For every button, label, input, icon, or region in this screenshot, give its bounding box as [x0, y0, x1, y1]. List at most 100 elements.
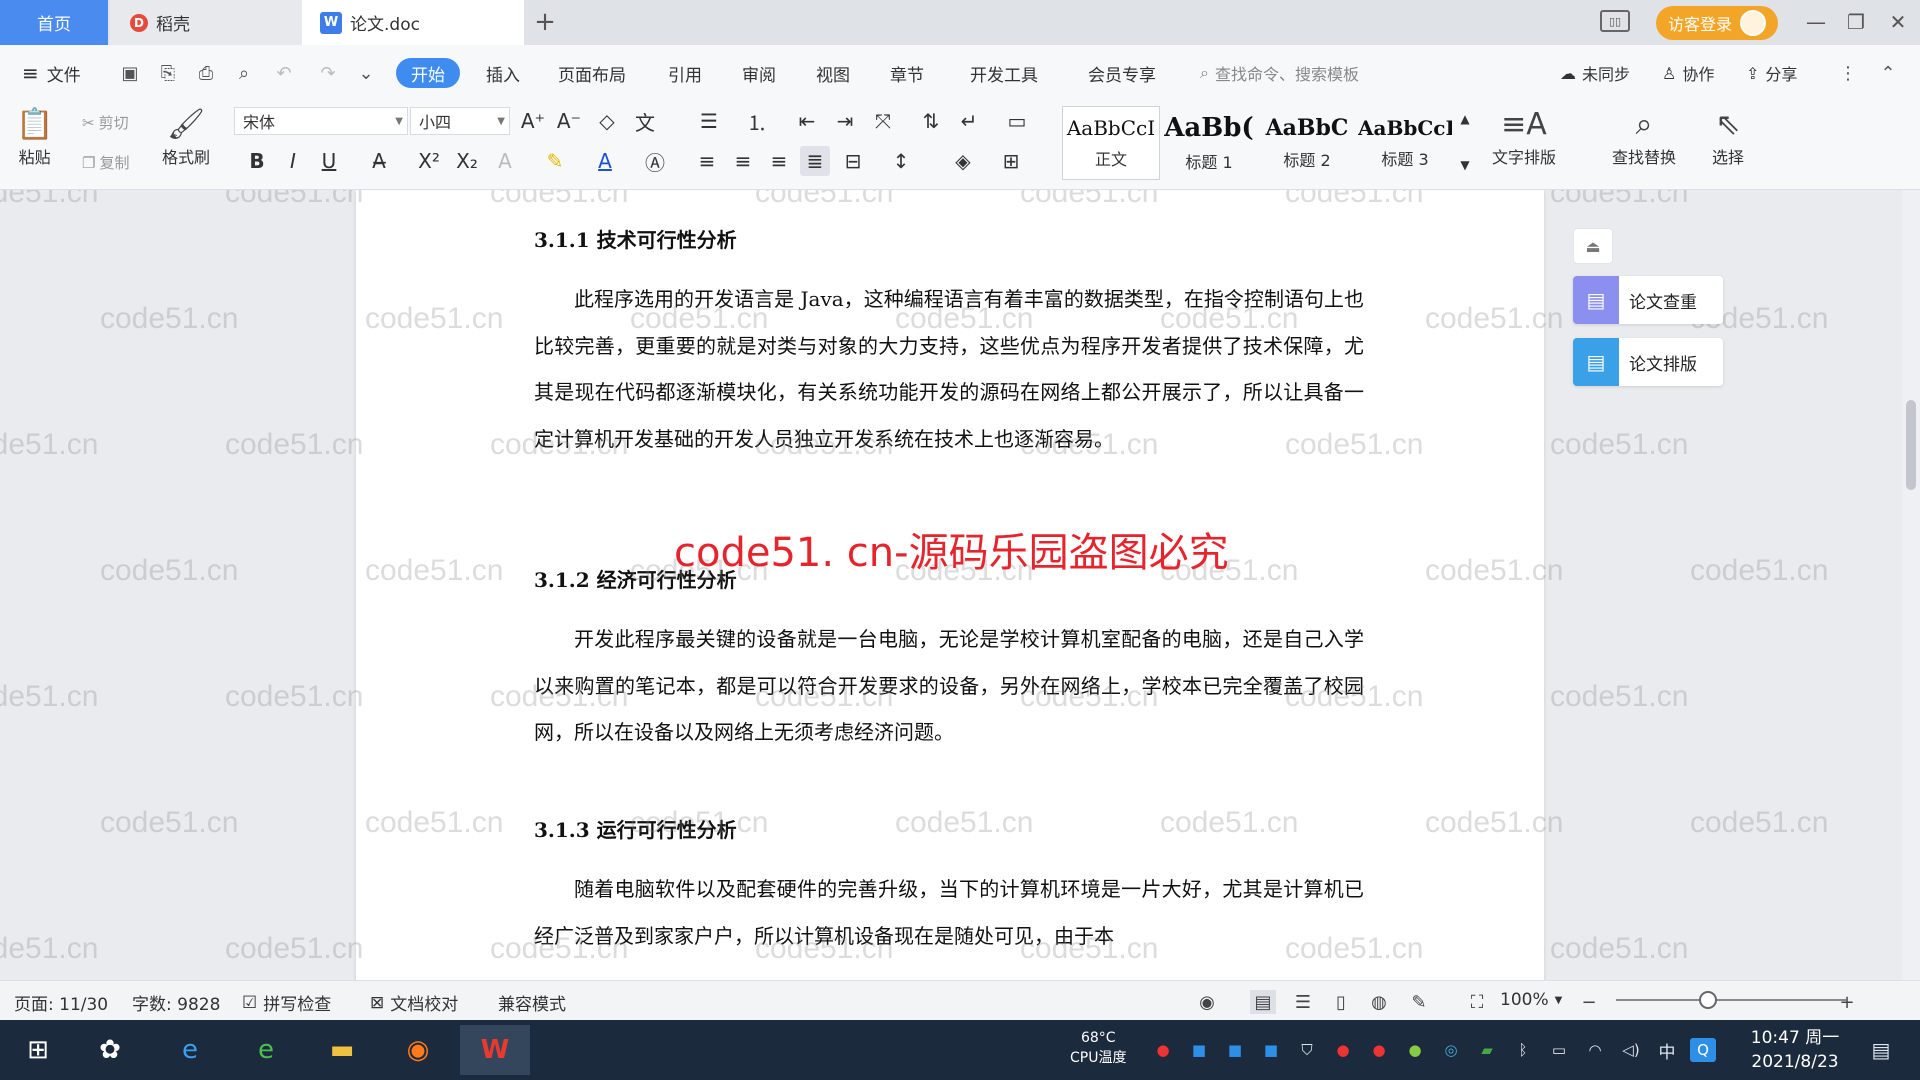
- sort-icon[interactable]: ⇅: [916, 106, 946, 136]
- shield-icon[interactable]: ⛉: [1294, 1038, 1320, 1062]
- clear-format-icon[interactable]: ◇: [592, 106, 622, 136]
- paper-format-button[interactable]: ▤ 论文排版: [1573, 338, 1723, 386]
- collaborate-button[interactable]: ♙ 协作: [1662, 58, 1714, 88]
- shading-icon[interactable]: ◈: [948, 146, 978, 176]
- shrink-font-icon[interactable]: A⁻: [554, 106, 584, 136]
- file-explorer-icon[interactable]: ▬: [312, 1025, 372, 1075]
- tray-app-icon[interactable]: ■: [1258, 1038, 1284, 1062]
- minimize-icon[interactable]: —: [1798, 6, 1834, 38]
- tray-app-icon[interactable]: ●: [1150, 1038, 1176, 1062]
- tab-references[interactable]: 引用: [668, 58, 702, 88]
- tab-start[interactable]: 开始: [396, 58, 460, 88]
- share-button[interactable]: ⇪ 分享: [1746, 58, 1797, 88]
- tab-home[interactable]: 首页: [0, 0, 108, 45]
- tab-review[interactable]: 审阅: [742, 58, 776, 88]
- decrease-indent-icon[interactable]: ⇤: [792, 106, 822, 136]
- tab-chapter[interactable]: 章节: [890, 58, 924, 88]
- spell-check-button[interactable]: ☑ 拼写检查: [242, 990, 331, 1016]
- show-marks-icon[interactable]: ↵: [954, 106, 984, 136]
- tray-app-icon[interactable]: ■: [1222, 1038, 1248, 1062]
- cut-button[interactable]: ✂ 剪切: [82, 112, 129, 133]
- write-mode-icon[interactable]: ✎: [1406, 990, 1432, 1014]
- zoom-select[interactable]: 100% ▼: [1500, 990, 1562, 1010]
- styles-more-icon[interactable]: ▼: [1450, 150, 1480, 180]
- internet-explorer-icon[interactable]: e: [160, 1025, 220, 1075]
- phonetic-guide-icon[interactable]: 文: [630, 106, 660, 136]
- tray-app-icon[interactable]: ◎: [1438, 1038, 1464, 1062]
- line-spacing-icon[interactable]: ↕: [886, 146, 916, 176]
- outline-view-icon[interactable]: ☰: [1290, 990, 1316, 1014]
- font-size-select[interactable]: 小四 ▼: [410, 107, 510, 135]
- customize-chevron-down-icon[interactable]: ⌄: [354, 61, 378, 85]
- wifi-icon[interactable]: ◠: [1582, 1038, 1608, 1062]
- align-right-icon[interactable]: ≡: [764, 146, 794, 176]
- restore-icon[interactable]: ❐: [1838, 6, 1874, 38]
- italic-icon[interactable]: I: [278, 146, 308, 176]
- chinese-layout-icon[interactable]: ⤧: [868, 106, 898, 136]
- tab-insert[interactable]: 插入: [486, 58, 520, 88]
- subscript-icon[interactable]: X₂: [452, 146, 482, 176]
- doc-proof-button[interactable]: ⊠ 文档校对: [370, 990, 458, 1016]
- align-left-icon[interactable]: ≡: [692, 146, 722, 176]
- copy-button[interactable]: ❐ 复制: [82, 152, 129, 173]
- increase-indent-icon[interactable]: ⇥: [830, 106, 860, 136]
- text-effect-icon[interactable]: A: [490, 146, 520, 176]
- document-page[interactable]: 3.1.1 技术可行性分析 此程序选用的开发语言是 Java，这种编程语言有着丰…: [356, 190, 1544, 980]
- windows-start-icon[interactable]: ⊞: [8, 1025, 68, 1075]
- superscript-icon[interactable]: X²: [414, 146, 444, 176]
- tab-view[interactable]: 视图: [816, 58, 850, 88]
- grow-font-icon[interactable]: A⁺: [518, 106, 548, 136]
- styles-scroll-up-icon[interactable]: ▲: [1450, 104, 1480, 134]
- ime-indicator[interactable]: 中: [1654, 1038, 1680, 1063]
- file-menu[interactable]: ≡ 文件: [22, 58, 81, 88]
- sync-button[interactable]: ☁ 未同步: [1560, 58, 1630, 88]
- tab-document[interactable]: W 论文.doc: [302, 0, 524, 45]
- find-replace-button[interactable]: ⌕ 查找替换: [1612, 104, 1676, 168]
- pinwheel-app-icon[interactable]: ✿: [80, 1025, 140, 1075]
- fit-page-icon[interactable]: ⛶: [1464, 990, 1490, 1014]
- word-count[interactable]: 字数: 9828: [132, 990, 220, 1015]
- side-panel-collapse-icon[interactable]: ⏏: [1573, 228, 1613, 264]
- vertical-scrollbar[interactable]: [1902, 190, 1920, 980]
- align-center-icon[interactable]: ≡: [728, 146, 758, 176]
- zoom-in-icon[interactable]: +: [1834, 990, 1860, 1014]
- reading-view-icon[interactable]: ▯: [1328, 990, 1354, 1014]
- bluetooth-icon[interactable]: ᛒ: [1510, 1038, 1536, 1062]
- battery-icon[interactable]: ▭: [1546, 1038, 1572, 1062]
- zoom-slider[interactable]: [1616, 999, 1846, 1001]
- paper-check-button[interactable]: ▤ 论文查重: [1573, 276, 1723, 324]
- game-app-icon[interactable]: ◉: [388, 1025, 448, 1075]
- borders-icon[interactable]: ⊞: [996, 146, 1026, 176]
- output-icon[interactable]: ⎘: [156, 61, 180, 85]
- window-layout-icon[interactable]: ▯▯: [1600, 10, 1630, 32]
- command-search-input[interactable]: ⌕ 查找命令、搜索模板: [1200, 58, 1359, 88]
- bullet-list-icon[interactable]: ☰: [694, 106, 724, 136]
- text-layout-button[interactable]: ≡A 文字排版: [1492, 104, 1556, 168]
- page-view-icon[interactable]: ▤: [1250, 990, 1276, 1014]
- tab-stops-icon[interactable]: ▭: [1002, 106, 1032, 136]
- underline-icon[interactable]: U: [314, 146, 344, 176]
- qq-icon[interactable]: ●: [1366, 1038, 1392, 1062]
- tab-member[interactable]: 会员专享: [1088, 58, 1156, 88]
- strikethrough-icon[interactable]: A̶: [364, 146, 394, 176]
- style-heading-3[interactable]: AaBbCcI 标题 3: [1356, 106, 1454, 180]
- web-view-icon[interactable]: ◍: [1366, 990, 1392, 1014]
- undo-icon[interactable]: ↶: [272, 61, 296, 85]
- qq-icon[interactable]: ●: [1330, 1038, 1356, 1062]
- zoom-out-icon[interactable]: −: [1576, 990, 1602, 1014]
- format-painter-button[interactable]: 🖌 格式刷: [162, 104, 210, 168]
- distributed-icon[interactable]: ⊟: [838, 146, 868, 176]
- select-button[interactable]: ⇖ 选择: [1712, 104, 1744, 168]
- tab-docer[interactable]: D 稻壳: [110, 0, 302, 45]
- style-heading-2[interactable]: AaBbC 标题 2: [1258, 106, 1356, 180]
- browser-360-icon[interactable]: e: [236, 1025, 296, 1075]
- collapse-ribbon-icon[interactable]: ⌃: [1876, 61, 1900, 85]
- nvidia-icon[interactable]: ▰: [1474, 1038, 1500, 1062]
- tray-app-icon[interactable]: ■: [1186, 1038, 1212, 1062]
- volume-icon[interactable]: ◁): [1618, 1038, 1644, 1062]
- bold-icon[interactable]: B: [242, 146, 272, 176]
- font-name-select[interactable]: 宋体 ▼: [234, 107, 408, 135]
- print-preview-icon[interactable]: ⌕: [232, 61, 256, 85]
- tab-developer[interactable]: 开发工具: [970, 58, 1038, 88]
- eye-protection-icon[interactable]: ◉: [1194, 990, 1220, 1014]
